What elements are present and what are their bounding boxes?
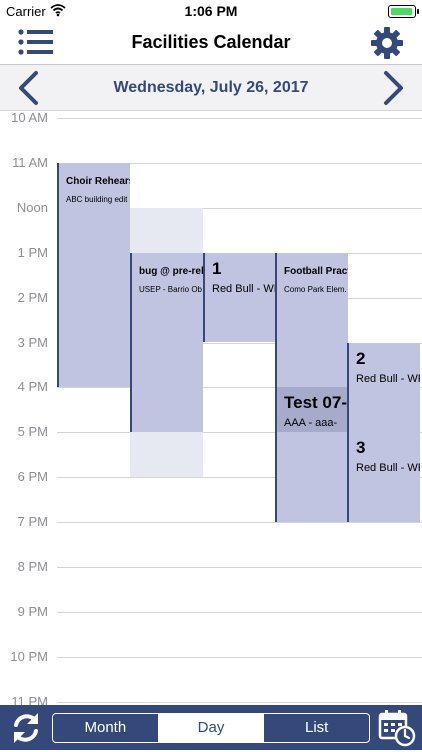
hour-label: 8 PM [17, 559, 48, 574]
tab-list[interactable]: List [263, 714, 369, 742]
hour-gridline [57, 656, 422, 658]
hour-label: 5 PM [17, 424, 48, 440]
chevron-right-icon [384, 71, 403, 105]
hour-label: 4 PM [17, 379, 48, 395]
battery-icon [388, 5, 419, 18]
event-location: USEP - Barrio Ob [139, 284, 202, 294]
refresh-button[interactable] [8, 710, 44, 746]
calendar-clock-button[interactable] [378, 709, 416, 747]
app-header: Facilities Calendar [0, 22, 422, 65]
event-title: 2 [356, 348, 366, 368]
calendar-event[interactable]: 1 Red Bull - WR [203, 252, 276, 343]
event-location: Red Bull - WR [356, 462, 420, 475]
gear-icon [371, 27, 403, 59]
settings-button[interactable] [370, 26, 404, 60]
hour-label: 10 AM [11, 110, 48, 125]
calendar-event[interactable]: bug @ pre-rel. USEP - Barrio Ob [130, 252, 203, 433]
event-location: Como Park Elem. [284, 284, 347, 294]
hour-gridline [57, 522, 422, 524]
hour-label: 10 PM [10, 648, 48, 664]
calendar-event[interactable]: 3 Red Bull - WR [347, 432, 420, 523]
current-date: Wednesday, July 26, 2017 [113, 79, 309, 96]
hour-label: 1 PM [17, 244, 48, 260]
view-switcher: Month Day List [52, 713, 370, 743]
event-title: 3 [356, 438, 366, 458]
hour-label: 2 PM [17, 289, 48, 305]
event-location: Red Bull - WR [356, 372, 420, 385]
status-bar: Carrier 1:06 PM [0, 0, 422, 22]
event-title: Test 07-0 [284, 393, 348, 413]
status-time: 1:06 PM [184, 3, 238, 19]
hour-gridline [57, 701, 422, 703]
tab-month[interactable]: Month [53, 714, 158, 742]
tab-day[interactable]: Day [157, 714, 264, 742]
hour-gridline [57, 118, 422, 119]
hour-label: 6 PM [17, 469, 48, 485]
hour-label: 9 PM [17, 603, 48, 619]
hour-gridline [57, 611, 422, 613]
event-title: Football Practi [284, 265, 348, 277]
calendar-event[interactable]: 2 Red Bull - WR [347, 342, 420, 433]
hour-gridline [57, 567, 422, 568]
calendar-event[interactable]: Test 07-0 AAA - aaa- [275, 387, 348, 433]
refresh-icon [14, 713, 38, 743]
hour-label: 11 PM [11, 693, 48, 705]
next-day-button[interactable] [378, 70, 408, 106]
hour-label: 7 PM [17, 514, 48, 530]
date-bar: Wednesday, July 26, 2017 [0, 65, 422, 111]
bottom-toolbar: Month Day List [0, 705, 422, 750]
hour-label: Noon [16, 199, 48, 215]
page-title: Facilities Calendar [131, 32, 291, 52]
day-calendar[interactable]: 10 AM 11 AM Noon 1 PM 2 PM 3 PM 4 PM 5 PM 6 PM 7 … [0, 110, 422, 705]
calendar-event[interactable]: Choir Rehears ABC building edit [57, 162, 130, 388]
event-title: bug @ pre-rel. [139, 265, 203, 277]
event-title: 1 [212, 258, 222, 278]
event-location: ABC building edit [66, 194, 128, 204]
calendar-clock-icon [378, 710, 416, 747]
event-title: Choir Rehears [66, 175, 130, 187]
event-location: Red Bull - WR [212, 282, 276, 295]
event-location: AAA - aaa- [284, 417, 338, 430]
hour-label: 3 PM [17, 334, 48, 350]
hour-label: 11 AM [12, 154, 48, 170]
